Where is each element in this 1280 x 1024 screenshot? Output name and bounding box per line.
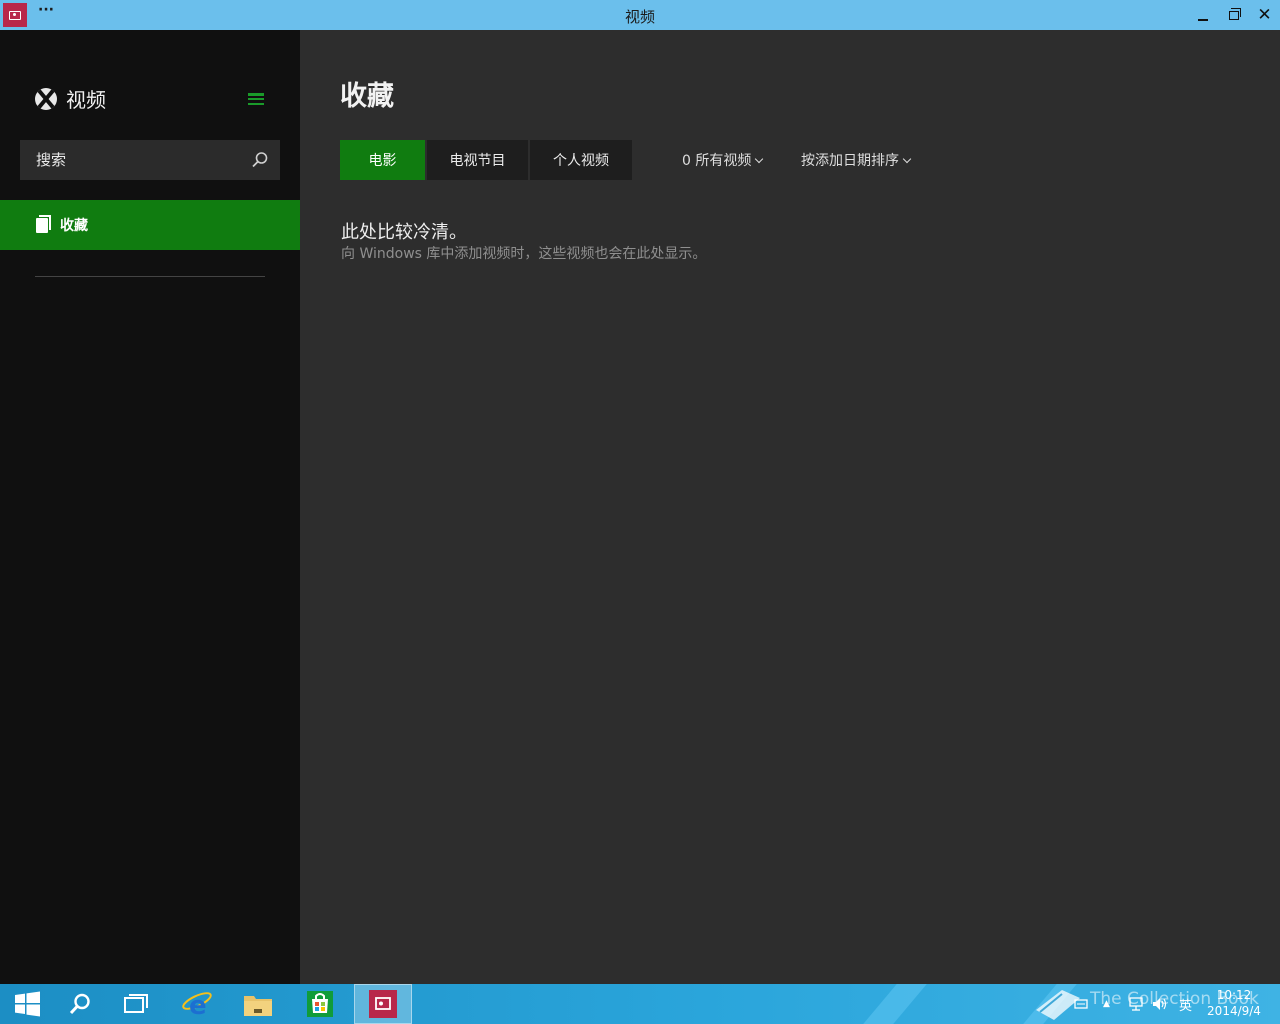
minimize-button[interactable] — [1187, 0, 1218, 30]
sort-label: 按添加日期排序 — [801, 153, 899, 169]
video-filter-label: 0 所有视频 — [682, 153, 752, 169]
taskbar-decoration — [863, 984, 927, 1024]
search-icon[interactable] — [250, 150, 270, 170]
ie-icon: e — [182, 991, 212, 1020]
xbox-logo-icon — [35, 87, 57, 110]
chevron-down-icon — [755, 154, 764, 163]
search-input[interactable] — [20, 140, 240, 180]
page-title: 收藏 — [340, 81, 394, 112]
start-button[interactable] — [0, 984, 56, 1024]
hamburger-menu-icon[interactable] — [248, 93, 264, 105]
tab-tv-shows[interactable]: 电视节目 — [427, 140, 528, 180]
show-hidden-icons-icon[interactable]: ▲ — [1103, 984, 1110, 1024]
document-stack-icon — [36, 214, 51, 233]
tab-movies[interactable]: 电影 — [340, 140, 425, 180]
task-view-icon — [124, 994, 148, 1013]
svg-text:e: e — [189, 991, 207, 1020]
title-bar: ··· 视频 ✕ — [0, 0, 1280, 30]
taskbar: e The Collection Book ▲ 英 10:12 2014/9/4 — [0, 984, 1280, 1024]
sidebar-divider — [35, 276, 265, 277]
system-clock[interactable]: 10:12 2014/9/4 — [1204, 987, 1264, 1019]
main-content: 收藏 电影 电视节目 个人视频 0 所有视频 按添加日期排序 此处比较冷清。 向… — [300, 30, 1280, 984]
input-method-indicator[interactable]: 英 — [1179, 984, 1192, 1024]
taskbar-ie-button[interactable]: e — [169, 984, 225, 1024]
category-tabs: 电影 电视节目 个人视频 — [340, 140, 632, 180]
taskbar-file-explorer-button[interactable] — [230, 984, 286, 1024]
video-filter-dropdown[interactable]: 0 所有视频 — [682, 150, 764, 170]
empty-state-description: 向 Windows 库中添加视频时，这些视频也会在此处显示。 — [341, 246, 707, 262]
restore-button[interactable] — [1218, 0, 1249, 30]
close-button[interactable]: ✕ — [1249, 0, 1280, 30]
minimize-icon — [1197, 19, 1208, 21]
sort-dropdown[interactable]: 按添加日期排序 — [801, 150, 912, 170]
sidebar-item-collection[interactable]: 收藏 — [0, 200, 300, 250]
folder-icon — [244, 996, 272, 1016]
sidebar-item-label: 收藏 — [60, 218, 88, 234]
clock-date: 2014/9/4 — [1207, 1004, 1261, 1018]
restore-icon — [1228, 7, 1241, 20]
chevron-down-icon — [902, 154, 912, 163]
task-view-button[interactable] — [108, 984, 164, 1024]
search-box — [20, 140, 280, 180]
empty-state-title: 此处比较冷清。 — [341, 222, 467, 243]
video-app-icon — [369, 990, 397, 1018]
clock-time: 10:12 — [1216, 988, 1252, 1002]
network-icon[interactable] — [1128, 984, 1144, 1024]
taskbar-search-button[interactable] — [52, 984, 108, 1024]
volume-icon[interactable] — [1152, 984, 1168, 1024]
brand-label: 视频 — [66, 88, 106, 112]
taskbar-store-button[interactable] — [292, 984, 348, 1024]
store-icon — [307, 991, 333, 1017]
search-icon — [69, 993, 90, 1015]
tab-personal-videos[interactable]: 个人视频 — [530, 140, 632, 180]
windows-logo-icon — [15, 991, 40, 1017]
close-icon: ✕ — [1257, 4, 1272, 25]
brand: 视频 — [35, 84, 106, 113]
window-title: 视频 — [624, 8, 655, 26]
sidebar: 视频 收藏 — [0, 30, 300, 984]
keyboard-icon[interactable] — [1074, 984, 1088, 1024]
taskbar-video-app-button[interactable] — [354, 984, 412, 1024]
